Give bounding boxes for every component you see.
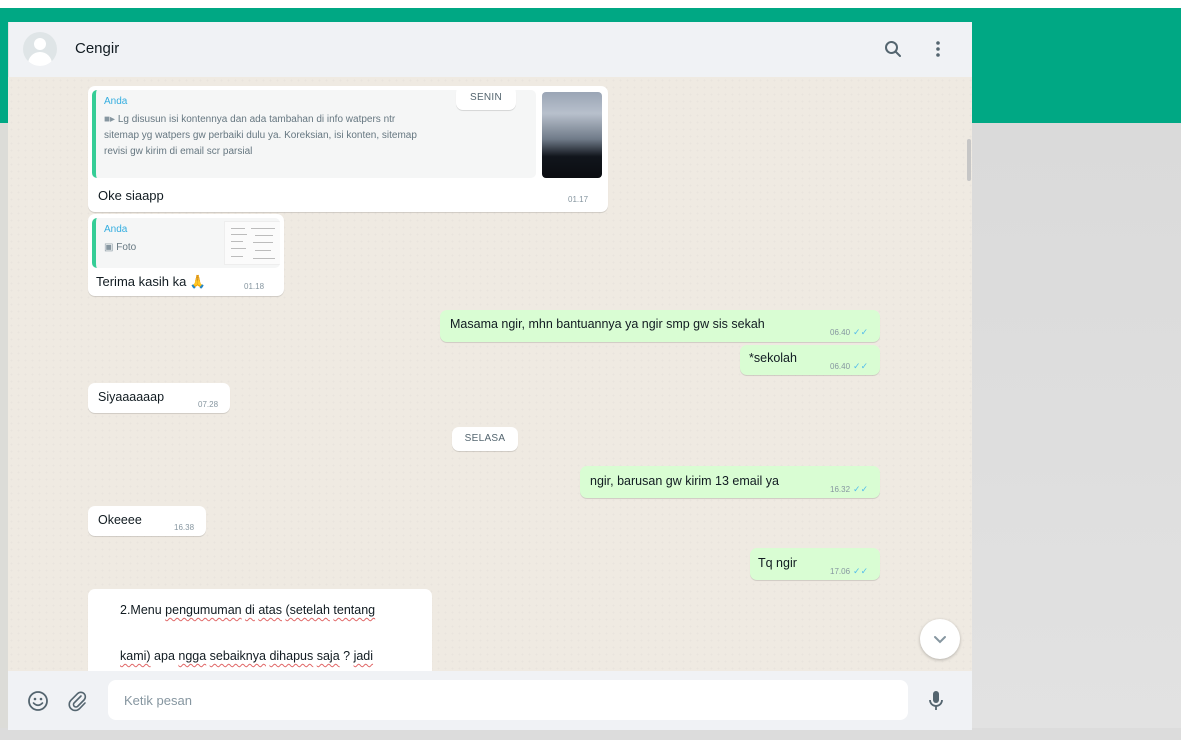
scrollbar-thumb[interactable]: [967, 139, 971, 181]
word: jadi: [353, 649, 374, 663]
composer: [8, 671, 972, 730]
quote-line: revisi gw kirim di email scr parsial: [104, 146, 253, 157]
quote-text: ■▸ Lg disusun isi kontennya dan ada tamb…: [104, 112, 417, 160]
message-text: Masama ngir, mhn bantuannya ya ngir smp …: [450, 317, 765, 331]
message-time: 16.32 ✓✓: [830, 484, 868, 495]
chevron-down-icon: [934, 635, 946, 643]
quote-line: sitemap yg watpers gw perbaiki dulu ya. …: [104, 130, 417, 141]
message-incoming[interactable]: Siyaaaaaap 07.28: [88, 383, 230, 413]
message-time: 01.18: [244, 282, 265, 291]
word: ngga: [178, 649, 207, 663]
message-text: Terima kasih ka 🙏: [96, 274, 207, 289]
time-value: 06.40: [830, 362, 851, 371]
word: 2.Menu: [120, 603, 166, 617]
chat-header: Cengir: [8, 22, 972, 77]
quote-media: ▣ Foto: [104, 240, 136, 256]
word: tentang: [333, 603, 376, 617]
word: ?: [339, 649, 354, 663]
date-separator: SELASA: [452, 427, 518, 451]
word: apa: [150, 649, 179, 663]
message-time: 07.28: [198, 400, 219, 409]
word: di: [245, 603, 255, 617]
word: pengumuman: [165, 603, 242, 617]
word: dihapus: [269, 649, 314, 663]
word: kami): [120, 649, 151, 663]
message-text: ngir, barusan gw kirim 13 email ya: [590, 474, 779, 488]
message-text: Oke siaapp: [98, 188, 164, 203]
scroll-to-bottom-button[interactable]: [920, 619, 960, 659]
message-text: Tq ngir: [758, 556, 797, 570]
menu-dots-icon[interactable]: [926, 37, 950, 61]
message-list[interactable]: Anda ■▸ Lg disusun isi kontennya dan ada…: [8, 77, 972, 671]
chat-window: Cengir Anda ■▸ Lg disusun isi kontennya …: [8, 22, 972, 730]
message-text: *sekolah: [749, 351, 797, 365]
message-text-line: 2.Menu pengumuman di atas (setelah tenta…: [120, 603, 375, 617]
video-thumbnail[interactable]: [542, 92, 602, 178]
double-check-icon: ✓✓: [853, 566, 869, 576]
message-outgoing[interactable]: Masama ngir, mhn bantuannya ya ngir smp …: [440, 310, 880, 342]
photo-thumbnail[interactable]: [224, 221, 280, 265]
message-outgoing[interactable]: Tq ngir 17.06 ✓✓: [750, 548, 880, 580]
avatar-body: [28, 52, 52, 66]
microphone-icon[interactable]: [924, 689, 948, 713]
avatar-head: [34, 38, 46, 50]
message-time: 16.38: [174, 523, 195, 532]
double-check-icon: ✓✓: [853, 361, 869, 371]
emoji-icon[interactable]: [26, 689, 50, 713]
message-text: Okeeee: [98, 513, 142, 527]
quote-line: Lg disusun isi kontennya dan ada tambaha…: [117, 114, 396, 125]
message-time: 01.17: [568, 195, 589, 204]
top-band: [0, 0, 1181, 8]
contact-name[interactable]: Cengir: [75, 40, 119, 57]
time-value: 06.40: [830, 328, 851, 337]
word: atas: [258, 603, 282, 617]
time-value: 17.06: [830, 567, 851, 576]
message-input[interactable]: [108, 680, 908, 720]
message-incoming[interactable]: Anda ■▸ Lg disusun isi kontennya dan ada…: [88, 86, 608, 212]
search-icon[interactable]: [881, 37, 905, 61]
message-time: 06.40 ✓✓: [830, 327, 868, 338]
video-icon: ■▸: [104, 114, 116, 125]
time-value: 16.32: [830, 485, 851, 494]
message-outgoing[interactable]: *sekolah 06.40 ✓✓: [740, 345, 880, 375]
double-check-icon: ✓✓: [853, 484, 869, 494]
quote-author: Anda: [104, 96, 128, 107]
avatar[interactable]: [23, 32, 57, 66]
paperclip-icon[interactable]: [65, 689, 89, 713]
date-separator: SENIN: [456, 86, 516, 110]
message-text-line: kami) apa ngga sebaiknya dihapus saja ? …: [120, 649, 373, 663]
message-outgoing[interactable]: ngir, barusan gw kirim 13 email ya 16.32…: [580, 466, 880, 498]
quoted-message[interactable]: Anda ▣ Foto: [92, 218, 280, 268]
word: sebaiknya: [209, 649, 266, 663]
double-check-icon: ✓✓: [853, 327, 869, 337]
message-time: 17.06 ✓✓: [830, 566, 868, 577]
message-incoming[interactable]: Anda ▣ Foto Terima kasih ka 🙏 01.18: [88, 214, 284, 296]
word: saja: [316, 649, 340, 663]
photo-icon: ▣: [104, 242, 114, 253]
word: (setelah: [285, 603, 330, 617]
message-incoming[interactable]: Okeeee 16.38: [88, 506, 206, 536]
app-background-side: [972, 123, 1181, 740]
message-incoming[interactable]: 2.Menu pengumuman di atas (setelah tenta…: [88, 589, 432, 671]
quote-author: Anda: [104, 224, 128, 235]
message-time: 06.40 ✓✓: [830, 361, 868, 372]
message-text: Siyaaaaaap: [98, 390, 165, 404]
quote-media-label: Foto: [116, 242, 137, 253]
